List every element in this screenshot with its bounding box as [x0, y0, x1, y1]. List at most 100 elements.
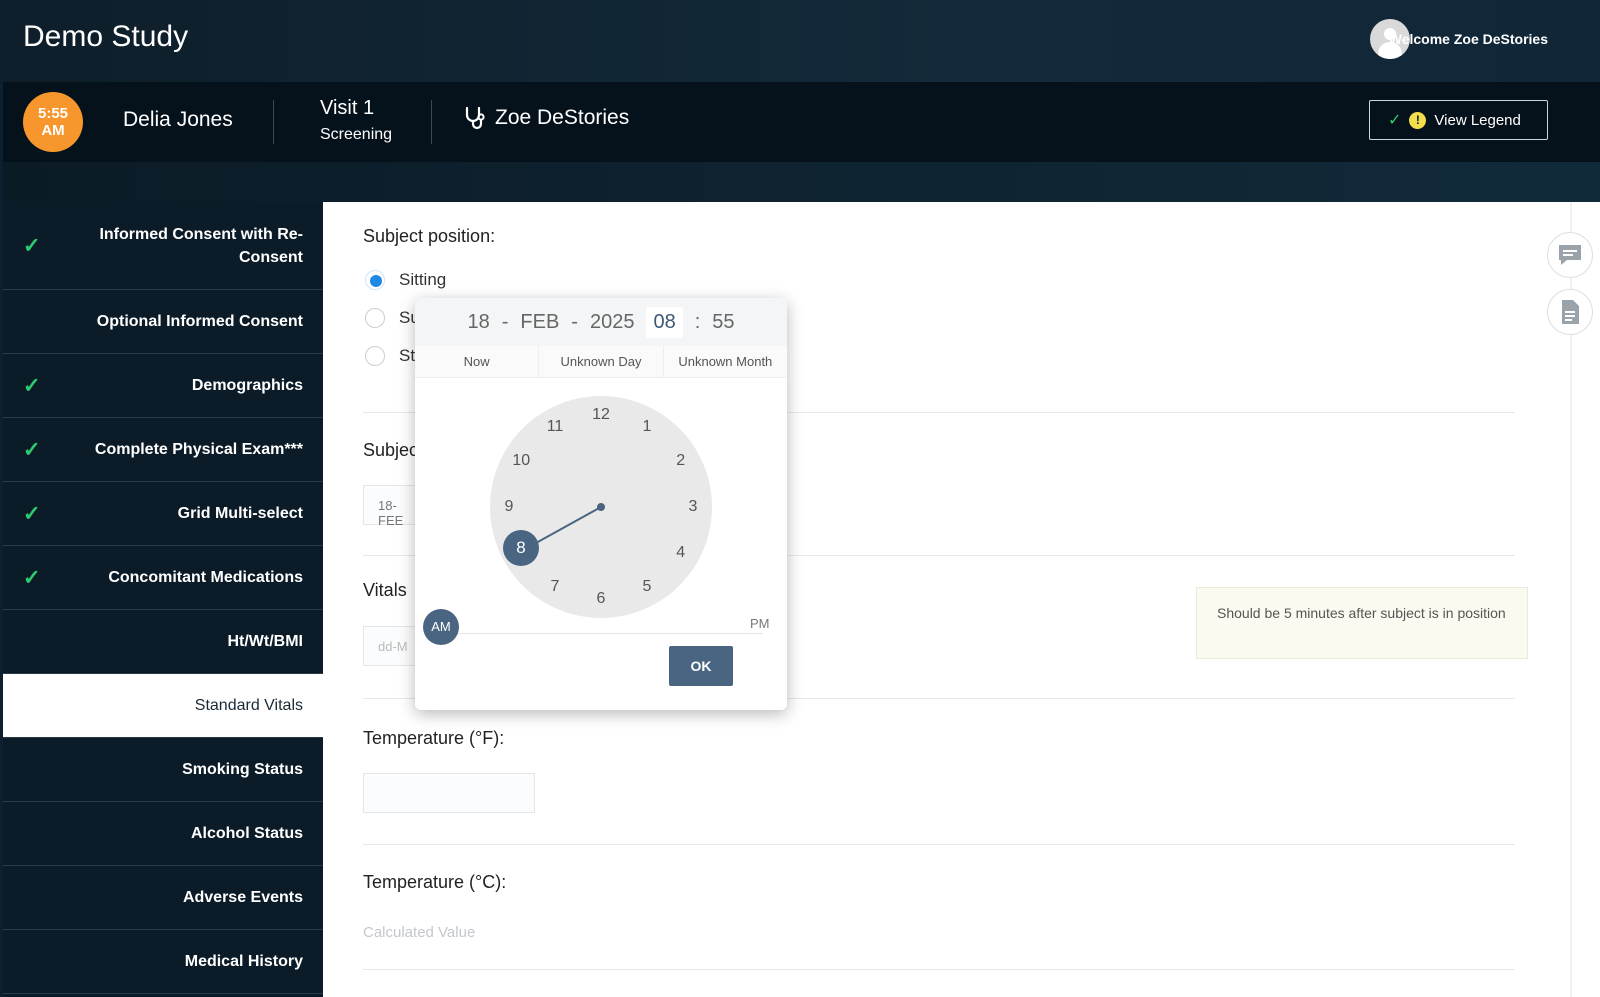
unknown-month-button[interactable]: Unknown Month [664, 346, 787, 377]
view-legend-button[interactable]: ✓ ! View Legend [1369, 100, 1548, 140]
pm-button[interactable]: PM [750, 616, 770, 631]
visit-name: Visit 1 [320, 97, 375, 119]
app-header: Demo Study Welcome Zoe DeStories [3, 0, 1600, 82]
sidebar-item-label: Adverse Events [182, 889, 303, 906]
clock-hour-10[interactable]: 10 [509, 449, 533, 473]
sidebar-item-optional-consent[interactable]: Optional Informed Consent [3, 290, 323, 354]
complete-check-icon: ✓ [23, 234, 41, 257]
sidebar-item-label: Informed Consent with Re-Consent [99, 225, 303, 266]
clock-hour-5[interactable]: 5 [635, 575, 659, 599]
document-icon[interactable] [1547, 289, 1593, 335]
subject-bar: 5:55 AM Delia Jones Visit 1 Screening Zo… [3, 82, 1600, 162]
picker-datetime-display: 18 - FEB - 2025 08 : 55 [415, 298, 787, 346]
divider [363, 969, 1515, 970]
vitals-note: Should be 5 minutes after subject is in … [1196, 587, 1528, 659]
picker-hour[interactable]: 08 [646, 306, 683, 338]
sidebar-item-label: Complete Physical Exam*** [94, 441, 303, 458]
header-band [3, 162, 1600, 202]
sidebar-item-adverse-events[interactable]: Adverse Events [3, 866, 323, 930]
clock-hand [530, 506, 602, 547]
clock-hour-9[interactable]: 9 [497, 495, 521, 519]
radio-option-standing[interactable]: St [365, 346, 415, 366]
sidebar-item-medical-history[interactable]: Medical History [3, 930, 323, 994]
sidebar-item-label: Grid Multi-select [177, 505, 303, 522]
subject-datetime-label: Subjec [363, 440, 419, 460]
sidebar-item-label: Optional Informed Consent [96, 313, 303, 330]
clock-hour-4[interactable]: 4 [669, 541, 693, 565]
ok-button[interactable]: OK [669, 646, 733, 686]
picker-separator: : [694, 310, 701, 333]
sidebar-item-physical-exam[interactable]: ✓ Complete Physical Exam*** [3, 418, 323, 482]
investigator-name: Zoe DeStories [495, 106, 630, 129]
sidebar-item-alcohol-status[interactable]: Alcohol Status [3, 802, 323, 866]
picker-year[interactable]: 2025 [590, 311, 635, 334]
clock-hour-3[interactable]: 3 [681, 495, 705, 519]
picker-month[interactable]: FEB [520, 311, 559, 334]
sidebar-item-label: Medical History [184, 953, 303, 970]
divider [431, 100, 432, 144]
radio-button[interactable] [365, 308, 385, 328]
sidebar-item-label: Concomitant Medications [108, 569, 303, 586]
datetime-picker: 18 - FEB - 2025 08 : 55 Now Unknown Day … [415, 298, 787, 710]
picker-separator: - [571, 310, 578, 333]
time-badge-time: 5:55 [37, 105, 69, 122]
sidebar-item-label: Demographics [191, 377, 303, 394]
sidebar-item-demographics[interactable]: ✓ Demographics [3, 354, 323, 418]
subject-name: Delia Jones [123, 108, 233, 131]
sidebar-item-standard-vitals[interactable]: Standard Vitals [3, 674, 323, 738]
view-legend-label: View Legend [1434, 111, 1521, 129]
welcome-text[interactable]: Welcome Zoe DeStories [1389, 31, 1548, 47]
sidebar-item-ht-wt-bmi[interactable]: Ht/Wt/BMI [3, 610, 323, 674]
stethoscope-icon [465, 106, 485, 130]
comment-icon[interactable] [1547, 232, 1593, 278]
ampm-track [451, 633, 763, 634]
time-badge: 5:55 AM [23, 92, 83, 152]
clock-hour-selected[interactable]: 8 [503, 530, 539, 566]
sidebar-item-smoking-status[interactable]: Smoking Status [3, 738, 323, 802]
clock-hour-6[interactable]: 6 [589, 587, 613, 611]
check-icon: ✓ [1388, 112, 1402, 129]
complete-check-icon: ✓ [23, 502, 41, 525]
divider [273, 100, 274, 144]
form-sidebar: ✓ Informed Consent with Re-Consent Optio… [3, 202, 323, 997]
clock-hour-1[interactable]: 1 [635, 415, 659, 439]
radio-option-sitting[interactable]: Sitting [365, 270, 446, 290]
picker-shortcuts: Now Unknown Day Unknown Month [415, 346, 787, 378]
investigator: Zoe DeStories [463, 106, 629, 130]
picker-separator: - [501, 310, 509, 333]
temperature-c-calculated: Calculated Value [363, 924, 476, 941]
unknown-day-button[interactable]: Unknown Day [539, 346, 664, 377]
temperature-f-label: Temperature (°F): [363, 728, 505, 748]
warning-icon: ! [1409, 111, 1427, 129]
subject-position-label: Subject position: [363, 226, 496, 246]
sidebar-item-label: Ht/Wt/BMI [227, 633, 303, 650]
sidebar-item-label: Standard Vitals [194, 697, 303, 714]
clock-hour-12[interactable]: 12 [589, 403, 613, 427]
clock-hour-11[interactable]: 11 [543, 415, 567, 439]
app-title: Demo Study [23, 20, 189, 53]
radio-button[interactable] [365, 270, 385, 290]
temperature-f-input[interactable] [363, 773, 535, 813]
clock-hour-7[interactable]: 7 [543, 575, 567, 599]
comment-icon-glyph [1559, 245, 1581, 265]
sidebar-item-label: Smoking Status [182, 761, 303, 778]
clock-hour-2[interactable]: 2 [669, 449, 693, 473]
visit-type: Screening [320, 126, 393, 143]
am-button[interactable]: AM [423, 609, 459, 645]
picker-minute[interactable]: 55 [712, 311, 734, 334]
complete-check-icon: ✓ [23, 438, 41, 461]
clock-center [597, 503, 605, 511]
now-button[interactable]: Now [415, 346, 540, 377]
sidebar-item-informed-consent[interactable]: ✓ Informed Consent with Re-Consent [3, 202, 323, 290]
picker-day[interactable]: 18 [467, 311, 489, 334]
radio-button[interactable] [365, 346, 385, 366]
clock-face[interactable]: 12 1 2 3 4 5 6 7 8 9 10 11 [490, 396, 712, 618]
vitals-time-label: Vitals [363, 580, 407, 600]
complete-check-icon: ✓ [23, 374, 41, 397]
document-icon-glyph [1562, 300, 1579, 324]
divider [363, 844, 1515, 845]
radio-option-supine[interactable]: Su [365, 308, 420, 328]
temperature-c-label: Temperature (°C): [363, 872, 507, 892]
sidebar-item-grid-multi-select[interactable]: ✓ Grid Multi-select [3, 482, 323, 546]
sidebar-item-concomitant-medications[interactable]: ✓ Concomitant Medications [3, 546, 323, 610]
